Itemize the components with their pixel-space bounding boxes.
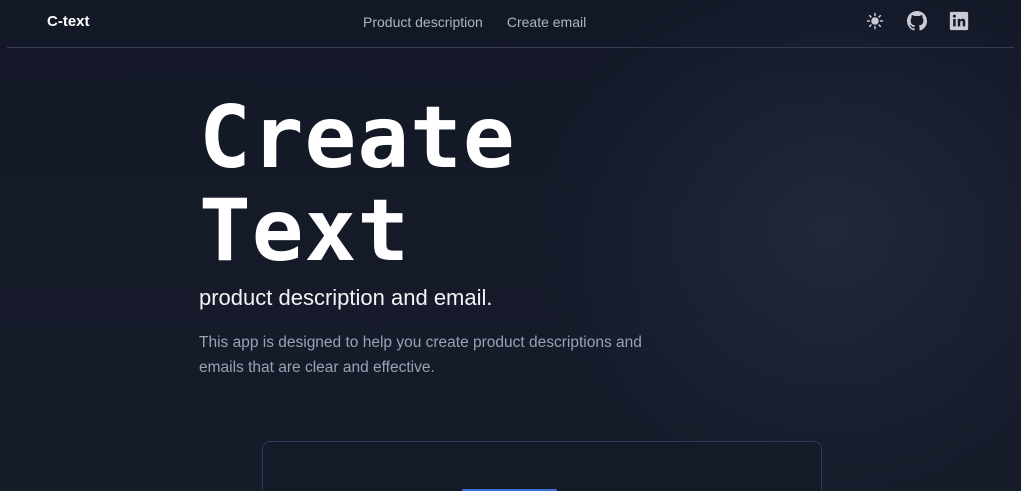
nav-link-create-email[interactable]: Create email xyxy=(507,14,586,30)
hero-subtitle: product description and email. xyxy=(199,285,493,310)
hero-title-line-1: Create xyxy=(199,88,516,188)
brand-logo[interactable]: C-text xyxy=(47,13,90,30)
linkedin-icon[interactable] xyxy=(949,11,969,31)
main-nav: Product description Create email xyxy=(363,14,586,30)
hero-title-line-2: Text xyxy=(199,181,411,281)
header-divider xyxy=(7,47,1014,48)
hero-description: This app is designed to help you create … xyxy=(199,334,642,376)
page: C-text Product description Create email xyxy=(0,0,1021,491)
hero-title: Create Text xyxy=(199,92,516,278)
top-navbar: C-text Product description Create email xyxy=(0,0,1021,44)
form-card xyxy=(262,441,822,491)
nav-link-product-description[interactable]: Product description xyxy=(363,14,483,30)
header-actions xyxy=(865,11,969,31)
sun-icon[interactable] xyxy=(865,11,885,31)
github-icon[interactable] xyxy=(907,11,927,31)
